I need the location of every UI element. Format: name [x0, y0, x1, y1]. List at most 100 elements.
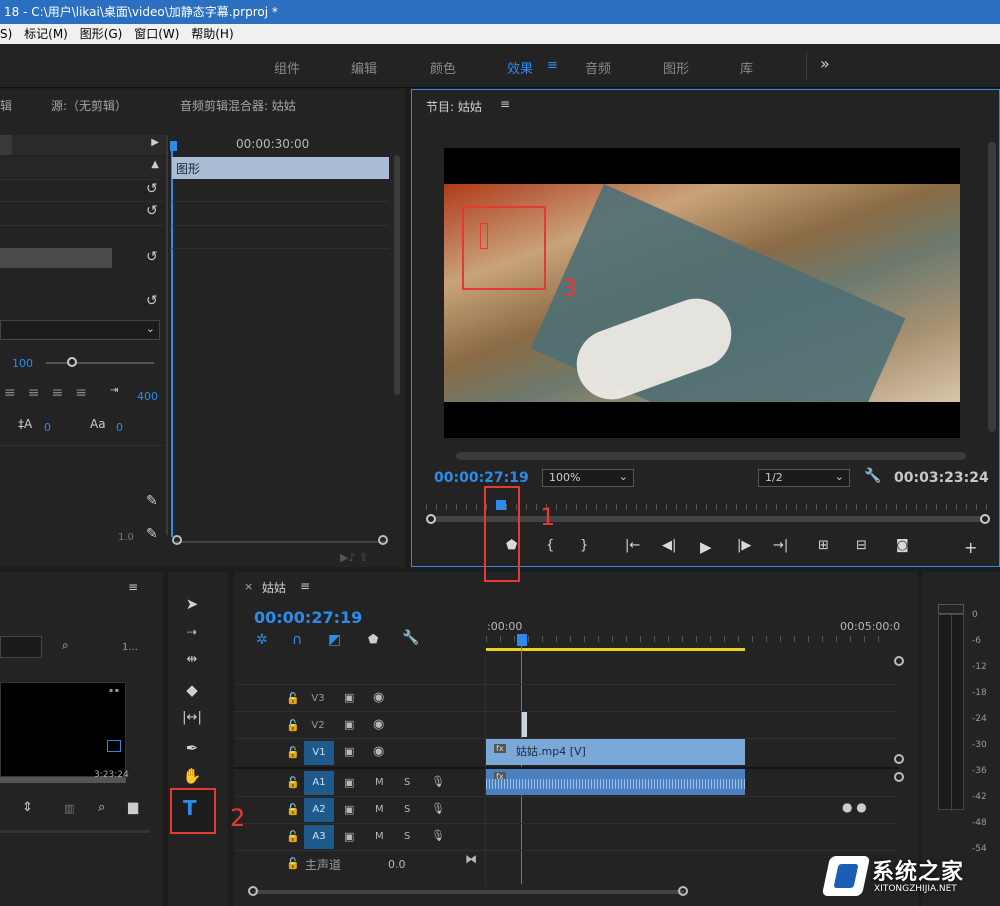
- hamburger-menu-icon[interactable]: ≡: [547, 58, 558, 73]
- track-lock-icon[interactable]: 🔓: [286, 803, 300, 816]
- track-lock-icon[interactable]: 🔓: [286, 857, 300, 870]
- sync-lock-icon[interactable]: ▣: [344, 745, 354, 758]
- workspace-tab-libraries[interactable]: 库: [740, 58, 753, 77]
- workspace-tab-editing[interactable]: 编辑: [351, 58, 377, 77]
- font-size-slider[interactable]: [46, 362, 154, 364]
- menu-item-graphics[interactable]: 图形(G): [80, 27, 123, 41]
- pen-tool-icon[interactable]: ✒: [178, 736, 206, 760]
- master-navigate-icon[interactable]: ⧓: [465, 852, 477, 866]
- eye-icon[interactable]: ◉: [373, 690, 384, 705]
- hand-tool-icon[interactable]: ✋: [178, 764, 206, 788]
- audio-clip[interactable]: fx: [486, 769, 745, 795]
- wrench-icon[interactable]: 🔧: [864, 468, 881, 484]
- slider-handle[interactable]: [67, 357, 77, 367]
- go-to-in-icon[interactable]: |←: [625, 538, 640, 553]
- close-icon[interactable]: ×: [244, 580, 253, 593]
- export-audio-icon[interactable]: ▶♪ ⇪: [340, 551, 368, 564]
- play-right-icon[interactable]: ▶: [151, 137, 159, 148]
- track-lock-icon[interactable]: 🔓: [286, 692, 300, 705]
- camera-icon[interactable]: ◙: [896, 538, 909, 553]
- sequence-tab[interactable]: 姑姑: [262, 579, 286, 596]
- more-workspaces-icon[interactable]: »: [820, 54, 830, 73]
- audio-clip-mixer-tab[interactable]: 音频剪辑混合器: 姑姑: [180, 97, 296, 114]
- timeline-timecode[interactable]: 00:00:27:19: [254, 608, 362, 627]
- mark-out-icon[interactable]: }: [580, 538, 588, 553]
- automate-icon[interactable]: ▥: [64, 802, 74, 815]
- program-timecode[interactable]: 00:00:27:19: [434, 470, 529, 486]
- go-to-out-icon[interactable]: →|: [773, 538, 788, 553]
- wrench-icon[interactable]: 🔧: [402, 630, 419, 646]
- source-tab[interactable]: 源:（无剪辑）: [51, 97, 127, 114]
- menu-item-partial[interactable]: S): [0, 27, 12, 41]
- scroll-handle[interactable]: [894, 772, 904, 782]
- timeline-hscroll[interactable]: [254, 890, 684, 894]
- eye-icon[interactable]: ◉: [373, 717, 384, 732]
- sync-lock-icon[interactable]: ▣: [344, 776, 354, 789]
- scroll-handle[interactable]: [248, 886, 258, 896]
- eyedropper-icon[interactable]: ✎: [146, 526, 158, 542]
- timeline-ruler[interactable]: [486, 636, 886, 642]
- linked-selection-icon[interactable]: ∩: [292, 632, 302, 648]
- mute-button[interactable]: M: [375, 831, 384, 842]
- snap-icon[interactable]: ✲: [256, 632, 268, 648]
- search-input[interactable]: [0, 636, 42, 658]
- track-name-v2[interactable]: V2: [308, 715, 328, 737]
- video-clip[interactable]: fx 姑姑.mp4 [V]: [486, 739, 745, 765]
- track-name-v3[interactable]: V3: [308, 688, 328, 710]
- zoom-dropdown[interactable]: 100% ⌄: [542, 469, 634, 487]
- monitor-hscroll[interactable]: [456, 452, 966, 460]
- step-forward-icon[interactable]: |▶: [737, 538, 751, 553]
- monitor-vscroll[interactable]: [988, 142, 996, 432]
- mic-icon[interactable]: 🎙: [431, 802, 445, 815]
- kerning-value[interactable]: 0: [116, 421, 123, 434]
- solo-button[interactable]: S: [404, 777, 410, 788]
- slip-tool-icon[interactable]: |↔|: [178, 706, 206, 730]
- sync-lock-icon[interactable]: ▣: [344, 830, 354, 843]
- graphic-clip-bar[interactable]: 图形: [172, 157, 389, 179]
- add-marker-icon[interactable]: ⬟: [368, 632, 378, 646]
- font-field[interactable]: [0, 248, 112, 268]
- folder-icon[interactable]: ▆: [128, 800, 138, 815]
- mic-icon[interactable]: 🎙: [431, 829, 445, 842]
- track-source-v1[interactable]: V1: [304, 741, 334, 765]
- panel-menu-icon[interactable]: ≡: [500, 97, 510, 111]
- vertical-scrollbar[interactable]: [394, 155, 400, 395]
- sync-lock-icon[interactable]: ▣: [344, 718, 354, 731]
- selection-tool-icon[interactable]: ➤: [178, 592, 206, 616]
- solo-button[interactable]: S: [404, 831, 410, 842]
- solo-button[interactable]: S: [404, 804, 410, 815]
- scroll-handle[interactable]: [678, 886, 688, 896]
- reset-icon[interactable]: ↺: [146, 181, 158, 197]
- add-edit-icon[interactable]: ◩: [328, 632, 341, 648]
- zoom-handle[interactable]: [426, 514, 436, 524]
- video-frame[interactable]: [444, 148, 960, 438]
- playhead-marker[interactable]: [170, 141, 177, 151]
- work-area-bar[interactable]: [486, 648, 745, 651]
- extract-icon[interactable]: ⊟: [856, 538, 867, 553]
- zoom-handle[interactable]: [980, 514, 990, 524]
- step-back-icon[interactable]: ◀|: [662, 538, 676, 553]
- menu-item-window[interactable]: 窗口(W): [134, 27, 179, 41]
- add-button-icon[interactable]: +: [964, 538, 977, 557]
- panel-menu-icon[interactable]: ≡: [128, 580, 138, 594]
- search-icon[interactable]: ⌕: [98, 800, 105, 815]
- mark-in-icon[interactable]: {: [546, 538, 554, 553]
- workspace-tab-effects[interactable]: 效果: [507, 58, 533, 77]
- play-icon[interactable]: ▶: [700, 538, 712, 556]
- track-lock-icon[interactable]: 🔓: [286, 746, 300, 759]
- mute-button[interactable]: M: [375, 804, 384, 815]
- reset-icon[interactable]: ↺: [146, 203, 158, 219]
- sync-lock-icon[interactable]: ▣: [344, 691, 354, 704]
- effect-controls-tab[interactable]: 辑: [0, 97, 12, 114]
- sync-lock-icon[interactable]: ▣: [344, 803, 354, 816]
- menu-item-help[interactable]: 帮助(H): [191, 27, 233, 41]
- leading-value[interactable]: 0: [44, 421, 51, 434]
- font-style-dropdown[interactable]: ⌄: [0, 320, 160, 340]
- program-title[interactable]: 节目: 姑姑: [426, 98, 482, 115]
- track-source-a1[interactable]: A1: [304, 771, 334, 795]
- graphic-clip[interactable]: [522, 712, 527, 737]
- scroll-handle[interactable]: [378, 535, 388, 545]
- track-select-tool-icon[interactable]: ⇢: [178, 620, 206, 644]
- resolution-dropdown[interactable]: 1/2 ⌄: [758, 469, 850, 487]
- align-buttons[interactable]: ≡≡≡≡: [4, 385, 99, 401]
